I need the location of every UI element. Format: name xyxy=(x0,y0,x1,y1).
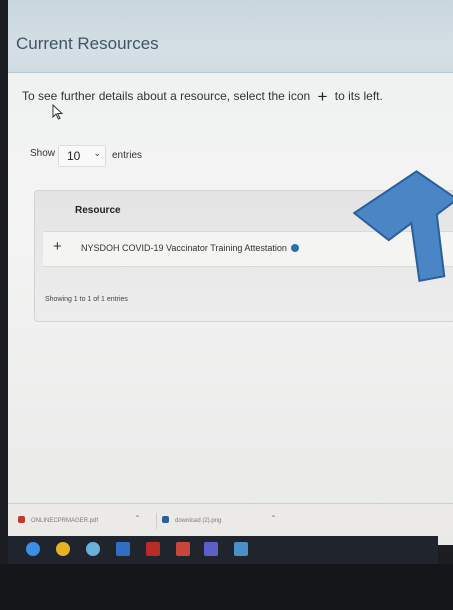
chevron-up-icon[interactable]: ⌃ xyxy=(270,514,277,523)
mouse-pointer-icon xyxy=(52,104,64,120)
chrome-icon[interactable] xyxy=(56,542,70,556)
download-filename: download (2).png xyxy=(175,518,222,524)
resource-name: NYSDOH COVID-19 Vaccinator Training Atte… xyxy=(81,243,299,253)
resource-link[interactable]: NYSDOH COVID-19 Vaccinator Training Atte… xyxy=(81,243,287,253)
download-item[interactable]: download (2).png xyxy=(162,516,221,524)
windows-taskbar xyxy=(8,536,438,564)
column-header-resource[interactable]: Resource xyxy=(75,205,121,216)
page-header: Current Resources xyxy=(8,0,453,73)
edge-icon[interactable] xyxy=(26,542,40,556)
outlook-icon[interactable] xyxy=(116,542,130,556)
app-icon[interactable] xyxy=(86,542,100,556)
image-icon xyxy=(162,516,169,523)
instruction-after: to its left. xyxy=(334,89,383,103)
folder-icon[interactable] xyxy=(234,542,248,556)
acrobat-icon[interactable] xyxy=(146,542,160,556)
show-label: Show xyxy=(30,148,56,159)
annotation-arrow-icon xyxy=(353,170,453,282)
info-icon[interactable] xyxy=(290,244,299,252)
entries-per-page-select[interactable]: 10 ⌄ xyxy=(58,145,106,167)
download-bar: ONLINECPRMAGER.pdf ⌃ download (2).png ⌃ xyxy=(8,503,453,537)
app-icon[interactable] xyxy=(176,542,190,556)
instruction-text: To see further details about a resource,… xyxy=(22,87,383,106)
chevron-up-icon[interactable]: ⌃ xyxy=(134,514,141,523)
download-filename: ONLINECPRMAGER.pdf xyxy=(31,518,99,524)
expand-row-button[interactable]: + xyxy=(53,238,62,255)
plus-icon: + xyxy=(317,87,328,106)
chevron-down-icon: ⌄ xyxy=(93,148,101,158)
monitor-bezel xyxy=(0,564,453,610)
page-title: Current Resources xyxy=(16,34,159,53)
download-item[interactable]: ONLINECPRMAGER.pdf xyxy=(18,516,98,524)
entries-select-value: 10 xyxy=(67,149,81,163)
divider xyxy=(156,513,157,529)
browser-viewport: Current Resources To see further details… xyxy=(8,0,453,545)
table-info: Showing 1 to 1 of 1 entries xyxy=(45,296,128,303)
pdf-icon xyxy=(18,516,25,523)
teams-icon[interactable] xyxy=(204,542,218,556)
entries-label: entries xyxy=(112,150,143,161)
instruction-before: To see further details about a resource,… xyxy=(22,89,311,103)
